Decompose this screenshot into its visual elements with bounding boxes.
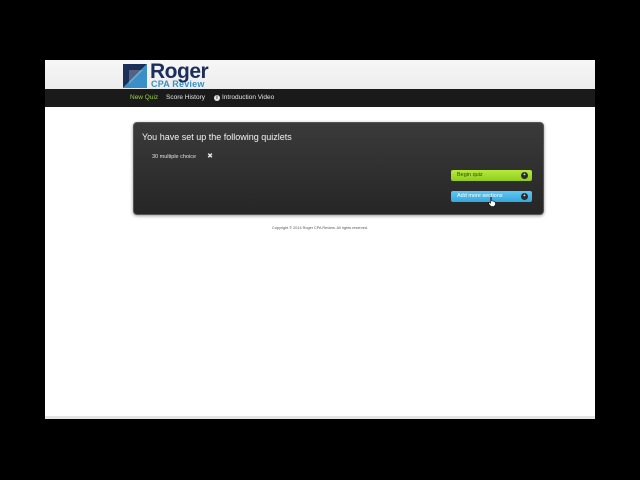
hand-cursor-icon — [488, 197, 496, 207]
close-icon[interactable]: ✖ — [206, 153, 214, 161]
nav-item-new-quiz[interactable]: New Quiz — [130, 93, 158, 103]
plus-circle-icon: + — [521, 172, 528, 179]
nav-item-label: Introduction Video — [222, 94, 275, 101]
logo-mark-icon — [123, 64, 147, 88]
site-header: Roger CPA Review — [45, 60, 595, 90]
logo-subtitle: CPA Review — [151, 79, 205, 89]
panel-title: You have set up the following quizlets — [142, 132, 292, 142]
main-nav: New Quiz Score History i Introduction Vid… — [45, 89, 595, 107]
quizlet-panel: You have set up the following quizlets 3… — [133, 122, 544, 215]
begin-quiz-button[interactable]: Begin quiz + — [451, 170, 532, 181]
begin-quiz-label: Begin quiz — [457, 172, 483, 178]
page-bottom-edge — [45, 416, 595, 419]
nav-item-introduction-video[interactable]: i Introduction Video — [214, 93, 274, 103]
quizlet-item: 30 multiple choice — [152, 154, 197, 160]
roger-logo[interactable]: Roger CPA Review — [123, 61, 213, 89]
browser-viewport: Roger CPA Review New Quiz Score History … — [45, 60, 595, 419]
footer-copyright: Copyright © 2014 Roger CPA Review. All r… — [271, 226, 368, 230]
plus-circle-icon: + — [521, 193, 528, 200]
nav-item-score-history[interactable]: Score History — [166, 93, 205, 103]
info-icon: i — [214, 95, 220, 101]
